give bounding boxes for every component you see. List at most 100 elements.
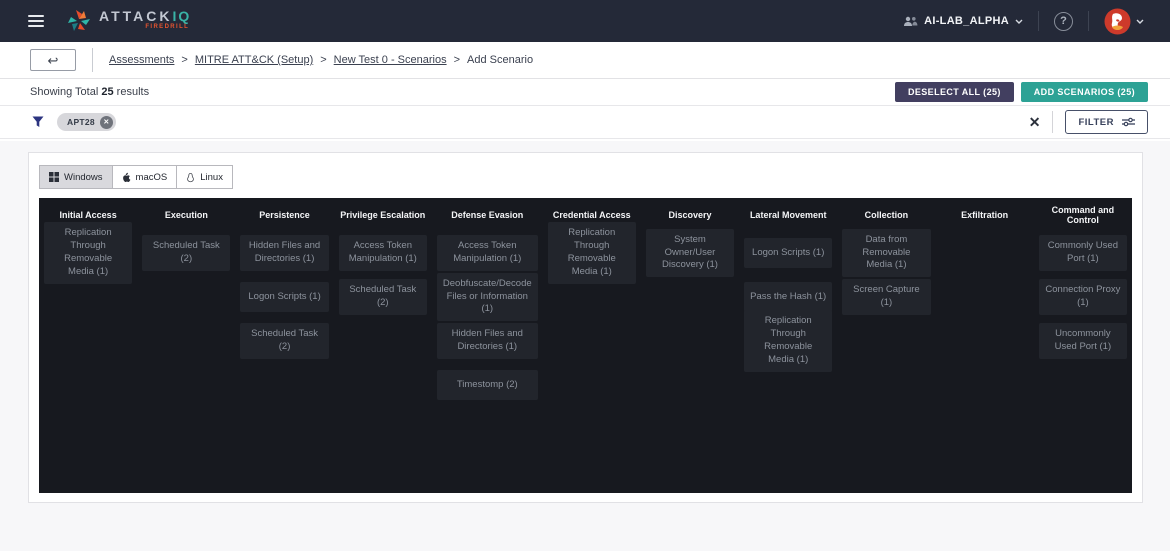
technique-cell[interactable]: Uncommonly Used Port (1) [1039, 323, 1127, 359]
technique-cell[interactable]: Connection Proxy (1) [1039, 279, 1127, 315]
sliders-icon [1122, 117, 1135, 127]
matrix-slot [39, 275, 137, 319]
technique-cell[interactable]: Hidden Files and Directories (1) [240, 235, 328, 271]
matrix-column-header: Privilege Escalation [334, 198, 432, 231]
matrix-column-header: Command and Control [1034, 198, 1132, 231]
brand-text: ATTACKIQ FIREDRILL [99, 8, 191, 34]
breadcrumb-link-assessments[interactable]: Assessments [109, 54, 174, 66]
deselect-all-button[interactable]: DESELECT ALL (25) [895, 82, 1014, 102]
matrix-slot: Access Token Manipulation (1) [334, 231, 432, 275]
add-scenarios-button[interactable]: ADD SCENARIOS (25) [1021, 82, 1148, 102]
filter-divider [1052, 111, 1053, 133]
tenant-selector[interactable]: AI-LAB_ALPHA [903, 15, 1023, 27]
breadcrumb-separator: > [320, 54, 326, 66]
users-icon [903, 16, 918, 27]
technique-cell[interactable]: Screen Capture (1) [842, 279, 930, 315]
matrix-column-header: Collection [837, 198, 935, 231]
brand-name-accent: IQ [172, 8, 191, 24]
technique-cell[interactable]: Hidden Files and Directories (1) [437, 323, 538, 359]
breadcrumb-separator: > [454, 54, 460, 66]
matrix-slot: Scheduled Task (2) [334, 275, 432, 319]
matrix-slot: Hidden Files and Directories (1) [235, 231, 333, 275]
matrix-slot: Uncommonly Used Port (1) [1034, 319, 1132, 363]
technique-cell[interactable]: Pass the Hash (1) [744, 282, 832, 312]
user-menu[interactable] [1104, 8, 1144, 35]
help-glyph: ? [1060, 15, 1067, 27]
funnel-icon [32, 116, 44, 128]
matrix-slot [543, 319, 641, 363]
matrix-column-header: Discovery [641, 198, 739, 231]
linux-penguin-icon [186, 172, 195, 183]
matrix-slot [39, 319, 137, 363]
matrix-column-header: Lateral Movement [739, 198, 837, 231]
hamburger-menu-icon[interactable] [28, 15, 44, 27]
matrix-column-header: Persistence [235, 198, 333, 231]
matrix-slot: Deobfuscate/Decode Files or Information … [432, 275, 543, 319]
platform-tabs: Windows macOS Linux [39, 165, 233, 189]
tab-windows[interactable]: Windows [39, 165, 113, 189]
filter-chip-label: APT28 [67, 117, 95, 127]
matrix-slot: Timestomp (2) [432, 363, 543, 407]
matrix-slot [137, 275, 235, 319]
technique-cell[interactable]: Deobfuscate/Decode Files or Information … [437, 273, 538, 321]
breadcrumb: Assessments > MITRE ATT&CK (Setup) > New… [109, 54, 533, 66]
tab-linux-label: Linux [200, 172, 223, 183]
matrix-slot: Logon Scripts (1) [235, 275, 333, 319]
filter-button-label: FILTER [1078, 117, 1114, 128]
matrix-column-header: Exfiltration [936, 198, 1034, 231]
matrix-slot [137, 319, 235, 363]
technique-cell[interactable]: Commonly Used Port (1) [1039, 235, 1127, 271]
matrix-slot: Data from Removable Media (1) [837, 231, 935, 275]
technique-cell[interactable]: Scheduled Task (2) [142, 235, 230, 271]
matrix-slot [641, 319, 739, 363]
technique-cell[interactable]: Access Token Manipulation (1) [437, 235, 538, 271]
matrix-slot: Scheduled Task (2) [137, 231, 235, 275]
matrix-column-header: Execution [137, 198, 235, 231]
matrix-slot: Replication Through Removable Media (1) [739, 319, 837, 363]
matrix-slot [137, 363, 235, 407]
matrix-slot [936, 363, 1034, 407]
matrix-slot: Hidden Files and Directories (1) [432, 319, 543, 363]
filter-bar: APT28 ✕ ✕ FILTER [0, 106, 1170, 139]
brand-sub-label: FIREDRILL [145, 24, 189, 30]
tab-macos[interactable]: macOS [112, 165, 178, 189]
page-bottom-strip [0, 551, 1170, 559]
matrix-slot [837, 363, 935, 407]
breadcrumb-current-page: Add Scenario [467, 54, 533, 66]
matrix-slot [936, 319, 1034, 363]
breadcrumb-bar: ↩ Assessments > MITRE ATT&CK (Setup) > N… [0, 42, 1170, 79]
filter-button[interactable]: FILTER [1065, 110, 1148, 134]
matrix-slot: Replication Through Removable Media (1) [39, 231, 137, 275]
breadcrumb-link-new-test-0-scenarios[interactable]: New Test 0 - Scenarios [334, 54, 447, 66]
matrix-slot [936, 275, 1034, 319]
tab-linux[interactable]: Linux [176, 165, 233, 189]
matrix-slot: Logon Scripts (1) [739, 231, 837, 275]
technique-cell[interactable]: Scheduled Task (2) [339, 279, 427, 315]
technique-cell[interactable]: Access Token Manipulation (1) [339, 235, 427, 271]
matrix-slot [641, 275, 739, 319]
technique-cell[interactable]: System Owner/User Discovery (1) [646, 229, 734, 277]
matrix-slot [334, 363, 432, 407]
technique-cell[interactable]: Scheduled Task (2) [240, 323, 328, 359]
chevron-down-icon [1136, 19, 1144, 24]
results-count: 25 [101, 86, 113, 98]
content-area: Windows macOS Linux [0, 141, 1170, 551]
back-button[interactable]: ↩ [30, 49, 76, 71]
breadcrumb-link-mitre-attack-setup[interactable]: MITRE ATT&CK (Setup) [195, 54, 313, 66]
technique-cell[interactable]: Logon Scripts (1) [240, 282, 328, 312]
matrix-slot: Commonly Used Port (1) [1034, 231, 1132, 275]
matrix-slot [235, 363, 333, 407]
technique-cell[interactable]: Logon Scripts (1) [744, 238, 832, 268]
matrix-slot: Screen Capture (1) [837, 275, 935, 319]
attackiq-logo[interactable]: ATTACKIQ FIREDRILL [66, 8, 191, 34]
technique-cell[interactable]: Timestomp (2) [437, 370, 538, 400]
help-icon[interactable]: ? [1054, 12, 1073, 31]
back-arrow-icon: ↩ [48, 54, 59, 67]
breadcrumb-separator: > [181, 54, 187, 66]
clear-filters-icon[interactable]: ✕ [1029, 115, 1041, 129]
results-count-text: Showing Total 25 results [30, 86, 149, 98]
technique-cell[interactable]: Data from Removable Media (1) [842, 229, 930, 277]
chip-remove-icon[interactable]: ✕ [100, 116, 113, 129]
matrix-slot: Replication Through Removable Media (1) [543, 231, 641, 275]
chevron-down-icon [1015, 19, 1023, 24]
